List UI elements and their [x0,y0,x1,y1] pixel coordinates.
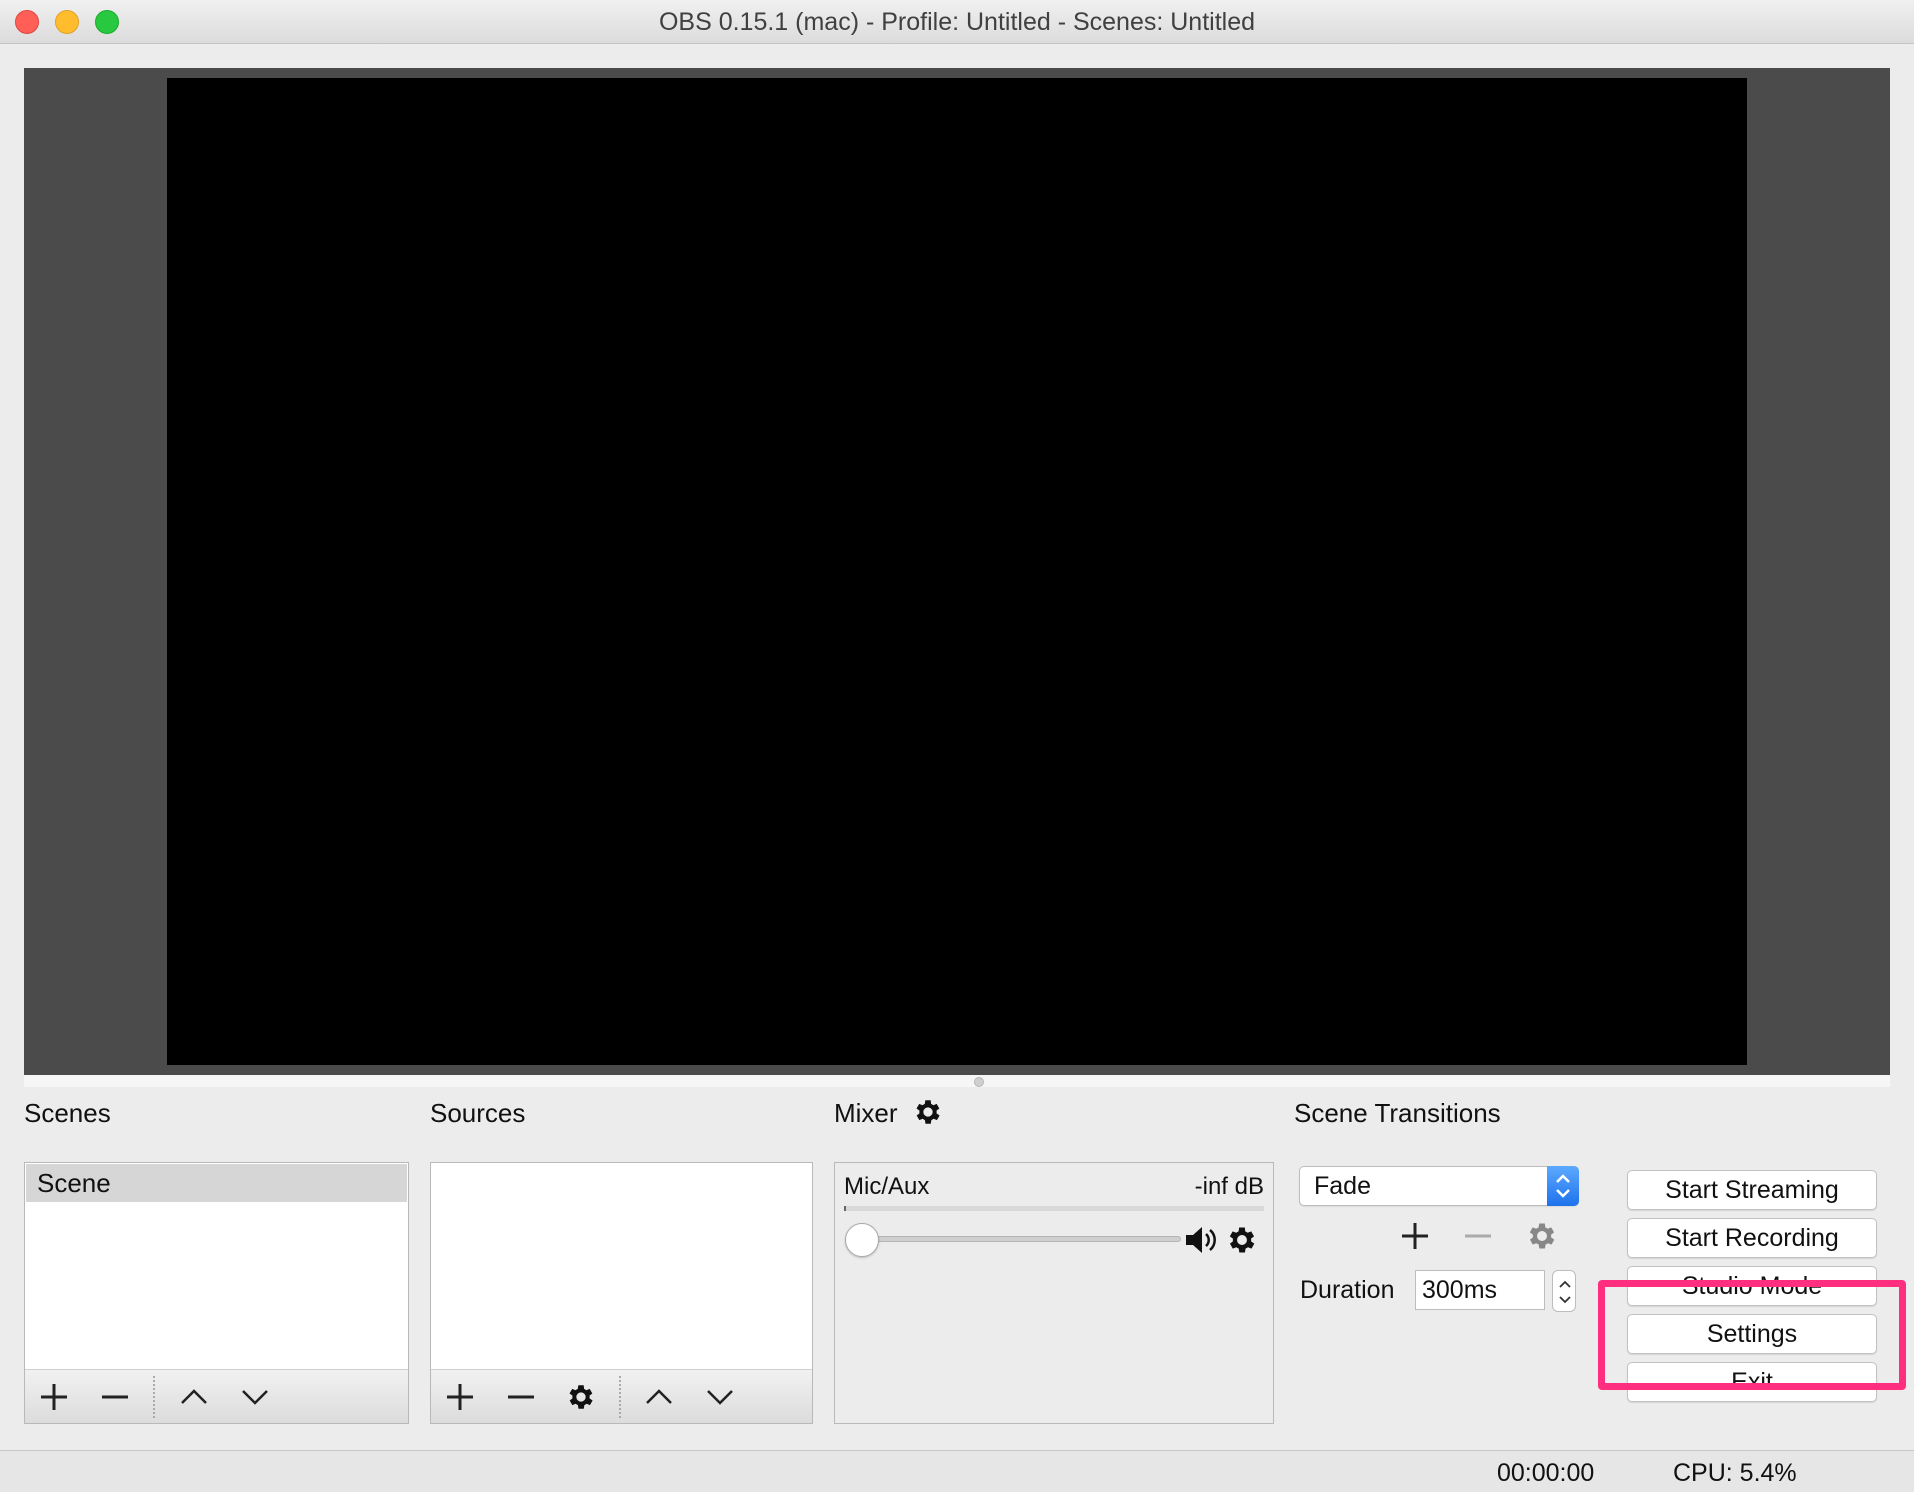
mixer-gear-icon[interactable] [912,1096,944,1128]
sources-toolbar [431,1369,812,1423]
mixer-title: Mixer [834,1098,898,1128]
preview-canvas[interactable] [167,78,1747,1065]
duration-input[interactable]: 300ms [1415,1270,1545,1310]
studio-mode-button[interactable]: Studio Mode [1627,1266,1877,1306]
scenes-toolbar [25,1369,408,1423]
remove-transition-button[interactable] [1456,1214,1500,1258]
chevron-up-icon [181,1389,207,1404]
toolbar-separator [619,1376,621,1418]
chevron-down-icon [707,1390,733,1405]
add-transition-button[interactable] [1393,1214,1437,1258]
volume-meter [844,1206,1264,1211]
exit-button[interactable]: Exit [1627,1362,1877,1402]
chevron-down-icon [242,1390,268,1405]
select-arrows-icon [1547,1166,1579,1206]
add-scene-button[interactable] [34,1377,74,1417]
title-bar: OBS 0.15.1 (mac) - Profile: Untitled - S… [0,0,1914,44]
scene-transitions-title: Scene Transitions [1294,1098,1501,1128]
start-recording-button[interactable]: Start Recording [1627,1218,1877,1258]
plus-icon [1402,1223,1428,1249]
duration-label: Duration [1300,1276,1395,1304]
mixer-level-readout: -inf dB [1194,1173,1264,1200]
window-title: OBS 0.15.1 (mac) - Profile: Untitled - S… [658,8,1256,36]
plus-icon [41,1384,67,1410]
transition-select-value: Fade [1314,1172,1371,1200]
source-properties-button[interactable] [561,1377,601,1417]
gear-icon [1529,1223,1555,1249]
preview-splitter[interactable] [24,1075,1890,1087]
sources-title: Sources [430,1098,526,1128]
mixer-channel-gear-icon[interactable] [1225,1223,1259,1257]
plus-icon [447,1384,473,1410]
stepper-arrows-icon [1559,1280,1571,1304]
speaker-icon[interactable] [1184,1225,1220,1255]
status-time: 00:00:00 [1497,1459,1595,1487]
remove-source-button[interactable] [501,1377,541,1417]
minus-icon [1465,1234,1491,1238]
move-scene-down-button[interactable] [235,1377,275,1417]
remove-scene-button[interactable] [95,1377,135,1417]
transition-properties-button[interactable] [1520,1214,1564,1258]
minus-icon [102,1395,128,1399]
scenes-title: Scenes [24,1098,111,1128]
toolbar-separator [153,1376,155,1418]
splitter-handle[interactable] [974,1077,984,1087]
chevron-up-icon [646,1389,672,1404]
volume-slider-track[interactable] [859,1236,1181,1242]
mixer-channel-name: Mic/Aux [844,1173,930,1200]
volume-slider-knob[interactable] [845,1223,879,1257]
settings-button[interactable]: Settings [1627,1314,1877,1354]
status-bar: 00:00:00 CPU: 5.4% [0,1450,1914,1492]
mixer-panel: Mic/Aux -inf dB [834,1162,1274,1424]
gear-icon [569,1385,593,1409]
move-source-up-button[interactable] [639,1377,679,1417]
scene-list-item[interactable]: Scene [26,1164,407,1202]
transition-select[interactable]: Fade [1299,1166,1579,1206]
add-source-button[interactable] [440,1377,480,1417]
move-source-down-button[interactable] [700,1377,740,1417]
scenes-panel: Scene [24,1162,409,1424]
start-streaming-button[interactable]: Start Streaming [1627,1170,1877,1210]
status-cpu: CPU: 5.4% [1673,1459,1797,1487]
preview-area [24,68,1890,1075]
move-scene-up-button[interactable] [174,1377,214,1417]
minus-icon [508,1395,534,1399]
sources-panel [430,1162,813,1424]
duration-stepper[interactable] [1552,1270,1576,1312]
